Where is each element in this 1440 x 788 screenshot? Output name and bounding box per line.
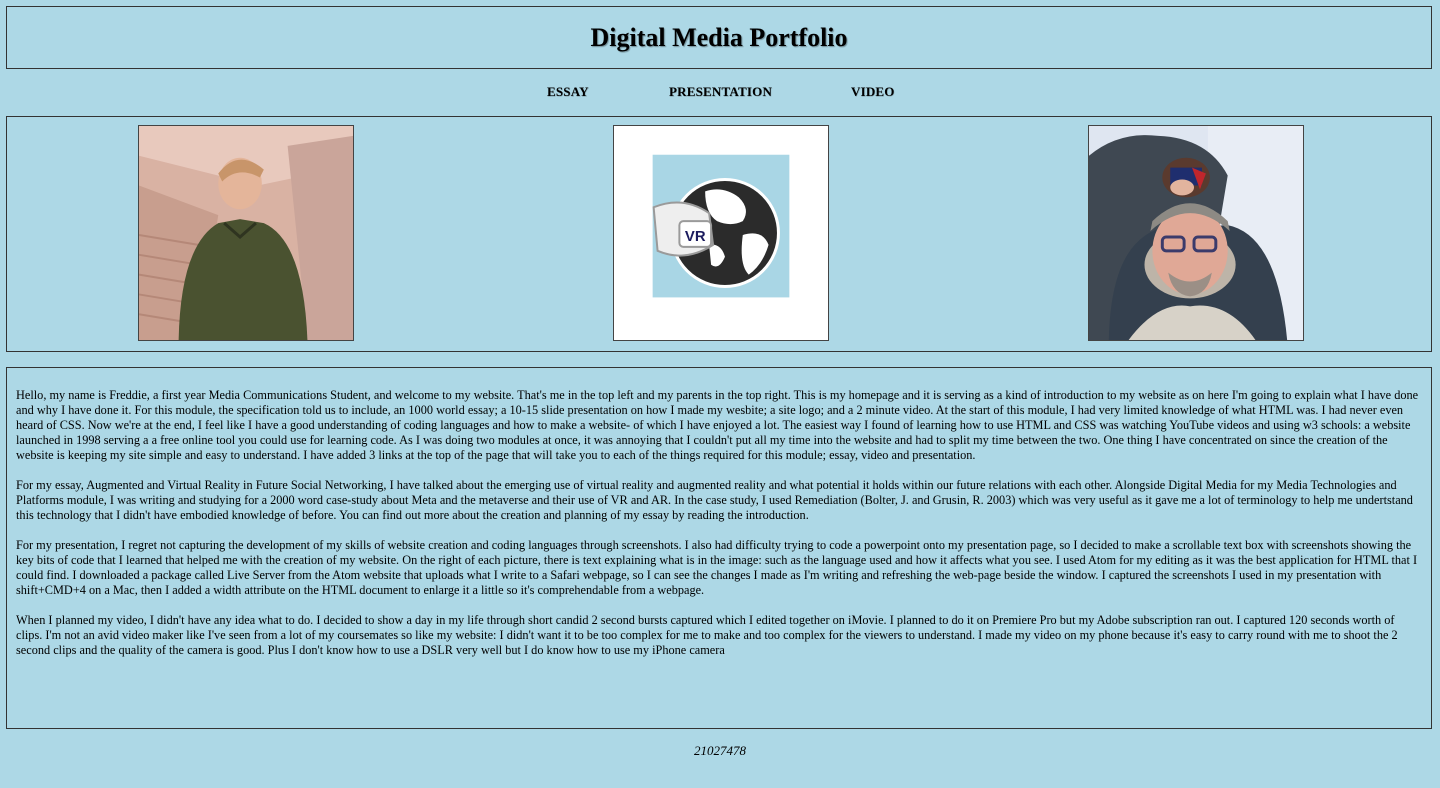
page-title: Digital Media Portfolio: [590, 22, 848, 52]
nav-link-video[interactable]: VIDEO: [851, 84, 895, 100]
intro-textbox[interactable]: Hello, my name is Freddie, a first year …: [6, 367, 1432, 729]
intro-paragraph-home: Hello, my name is Freddie, a first year …: [16, 388, 1419, 462]
vr-logo: VR: [613, 125, 829, 341]
intro-paragraph-presentation: For my presentation, I regret not captur…: [16, 538, 1418, 597]
parents-photo: [1088, 125, 1304, 341]
nav-link-essay[interactable]: ESSAY: [547, 84, 589, 100]
intro-paragraph-essay: For my essay, Augmented and Virtual Real…: [16, 478, 1413, 522]
footer-student-id: 21027478: [694, 743, 746, 758]
intro-paragraph-video: When I planned my video, I didn't have a…: [16, 613, 1398, 657]
nav-link-presentation[interactable]: PRESENTATION: [669, 84, 772, 100]
page-header: Digital Media Portfolio: [6, 6, 1432, 69]
main-nav: ESSAY PRESENTATION VIDEO: [0, 84, 1440, 104]
vr-logo-text: VR: [685, 229, 706, 245]
freddie-photo: [138, 125, 354, 341]
photo-gallery: VR: [6, 116, 1432, 352]
